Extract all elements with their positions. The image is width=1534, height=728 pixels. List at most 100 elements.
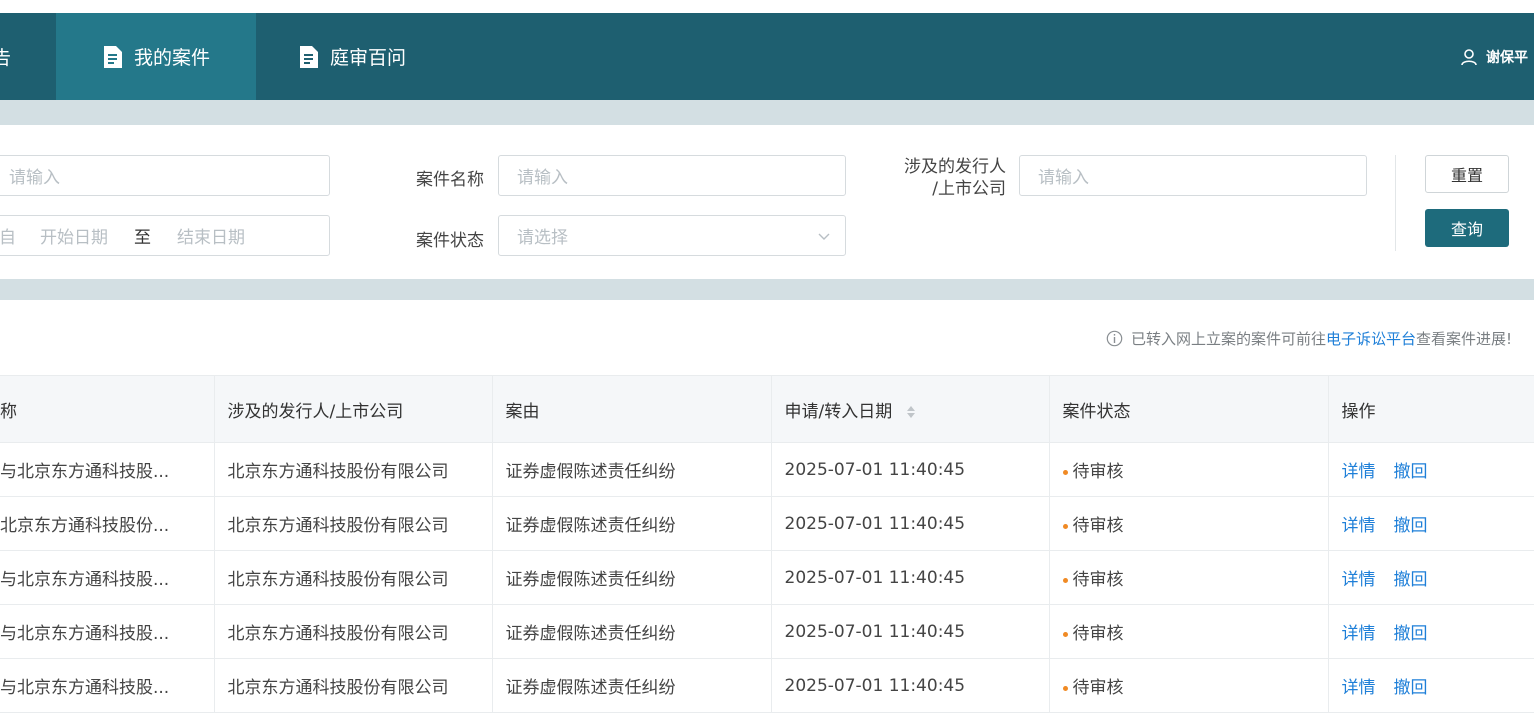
table-row: 与北京东方通科技股... 北京东方通科技股份有限公司 证券虚假陈述责任纠纷 2025-… xyxy=(0,604,1534,659)
status-text: 待审核 xyxy=(1072,516,1124,536)
filter-first-input[interactable]: 请输入 xyxy=(0,155,330,196)
cell-actions: 详情 撤回 xyxy=(1328,658,1534,713)
issuer-name: 北京东方通科技股份有限公司 xyxy=(227,462,449,482)
case-cause: 证券虚假陈述责任纠纷 xyxy=(505,570,676,590)
notice-prefix: 已转入网上立案的案件可前往 xyxy=(1130,329,1326,348)
case-name-input[interactable]: 请输入 xyxy=(498,155,846,196)
issuer-label: 涉及的发行人 /上市公司 xyxy=(880,156,1006,200)
col-header-label: 称 xyxy=(0,401,17,422)
separator-band xyxy=(0,279,1534,300)
col-header-label: 案由 xyxy=(505,401,540,422)
top-strip xyxy=(0,0,1534,13)
case-name: 与北京东方通科技股... xyxy=(0,462,170,482)
table-header-row: 称 涉及的发行人/上市公司 案由 申请/转入日期 案件状态 操作 xyxy=(0,375,1534,443)
cell-actions: 详情 撤回 xyxy=(1328,604,1534,659)
col-header-cause: 案由 xyxy=(492,375,772,443)
cell-date: 2025-07-01 11:40:45 xyxy=(771,658,1050,713)
detail-link[interactable]: 详情 xyxy=(1342,678,1376,698)
cell-actions: 详情 撤回 xyxy=(1328,442,1534,497)
date-range-label: 自 xyxy=(0,228,16,248)
notice-banner: 已转入网上立案的案件可前往 电子诉讼平台 查看案件进展! xyxy=(1106,326,1512,350)
date-range-picker[interactable]: 自 开始日期 至 结束日期 xyxy=(0,215,330,256)
cell-cause: 证券虚假陈述责任纠纷 xyxy=(492,604,772,659)
issuer-input[interactable]: 请输入 xyxy=(1019,155,1367,196)
date-end-input[interactable]: 结束日期 xyxy=(177,223,245,248)
table-row: 与北京东方通科技股... 北京东方通科技股份有限公司 证券虚假陈述责任纠纷 2025-… xyxy=(0,550,1534,605)
withdraw-link[interactable]: 撤回 xyxy=(1394,516,1428,536)
col-header-label: 操作 xyxy=(1341,401,1376,422)
status-text: 待审核 xyxy=(1072,570,1124,590)
case-status-label: 案件状态 xyxy=(416,231,484,251)
cell-cause: 证券虚假陈述责任纠纷 xyxy=(492,658,772,713)
withdraw-link[interactable]: 撤回 xyxy=(1394,462,1428,482)
cell-date: 2025-07-01 11:40:45 xyxy=(771,604,1050,659)
status-text: 待审核 xyxy=(1072,624,1124,644)
case-cause: 证券虚假陈述责任纠纷 xyxy=(505,516,676,536)
status-dot xyxy=(1062,523,1068,529)
apply-date: 2025-07-01 11:40:45 xyxy=(784,675,966,696)
status-text: 待审核 xyxy=(1072,678,1124,698)
document-icon xyxy=(300,45,318,68)
top-nav: 告 我的案件 庭审百问 谢保平 xyxy=(0,13,1534,100)
case-name-label: 案件名称 xyxy=(416,170,484,190)
query-button[interactable]: 查询 xyxy=(1425,209,1509,247)
cell-issuer: 北京东方通科技股份有限公司 xyxy=(214,604,493,659)
withdraw-link[interactable]: 撤回 xyxy=(1394,624,1428,644)
apply-date: 2025-07-01 11:40:45 xyxy=(784,621,966,642)
col-header-label: 申请/转入日期 xyxy=(784,401,893,422)
detail-link[interactable]: 详情 xyxy=(1342,462,1376,482)
cell-case-name: 与北京东方通科技股... xyxy=(0,550,215,605)
cell-cause: 证券虚假陈述责任纠纷 xyxy=(492,550,772,605)
select-placeholder: 请选择 xyxy=(517,228,568,248)
filter-panel: 请输入 自 开始日期 至 结束日期 案件名称 请输入 案件状态 请选择 涉及的发… xyxy=(0,125,1534,279)
col-header-actions: 操作 xyxy=(1328,375,1534,443)
date-start-input[interactable]: 开始日期 xyxy=(40,223,108,248)
nav-item-partial[interactable]: 告 xyxy=(0,13,56,100)
cell-case-name: 与北京东方通科技股... xyxy=(0,442,215,497)
cell-date: 2025-07-01 11:40:45 xyxy=(771,550,1050,605)
cell-issuer: 北京东方通科技股份有限公司 xyxy=(214,496,493,551)
case-cause: 证券虚假陈述责任纠纷 xyxy=(505,462,676,482)
detail-link[interactable]: 详情 xyxy=(1342,516,1376,536)
separator-band xyxy=(0,100,1534,125)
withdraw-link[interactable]: 撤回 xyxy=(1394,678,1428,698)
cell-cause: 证券虚假陈述责任纠纷 xyxy=(492,442,772,497)
apply-date: 2025-07-01 11:40:45 xyxy=(784,459,966,480)
cell-status: 待审核 xyxy=(1049,496,1329,551)
cell-actions: 详情 撤回 xyxy=(1328,496,1534,551)
withdraw-link[interactable]: 撤回 xyxy=(1394,570,1428,590)
cell-issuer: 北京东方通科技股份有限公司 xyxy=(214,442,493,497)
input-placeholder: 请输入 xyxy=(9,168,60,188)
cell-status: 待审核 xyxy=(1049,442,1329,497)
status-dot xyxy=(1062,631,1068,637)
case-name: 与北京东方通科技股... xyxy=(0,570,170,590)
cell-case-name: 与北京东方通科技股... xyxy=(0,658,215,713)
filter-divider xyxy=(1395,155,1396,251)
user-menu[interactable]: 谢保平 xyxy=(1460,13,1528,100)
nav-item-trial-faq[interactable]: 庭审百问 xyxy=(298,13,438,100)
case-name: 与北京东方通科技股... xyxy=(0,624,170,644)
nav-item-my-cases[interactable]: 我的案件 xyxy=(56,13,256,100)
user-icon xyxy=(1461,48,1477,65)
issuer-name: 北京东方通科技股份有限公司 xyxy=(227,516,449,536)
cell-status: 待审核 xyxy=(1049,604,1329,659)
detail-link[interactable]: 详情 xyxy=(1342,570,1376,590)
e-litigation-platform-link[interactable]: 电子诉讼平台 xyxy=(1326,328,1416,349)
nav-item-label: 我的案件 xyxy=(133,47,210,69)
detail-link[interactable]: 详情 xyxy=(1342,624,1376,644)
sort-icon[interactable] xyxy=(906,404,916,420)
status-dot xyxy=(1062,469,1068,475)
document-icon xyxy=(103,45,122,68)
reset-button[interactable]: 重置 xyxy=(1425,155,1509,193)
issuer-name: 北京东方通科技股份有限公司 xyxy=(227,570,449,590)
col-header-date[interactable]: 申请/转入日期 xyxy=(771,375,1050,443)
cell-cause: 证券虚假陈述责任纠纷 xyxy=(492,496,772,551)
col-header-issuer: 涉及的发行人/上市公司 xyxy=(214,375,493,443)
cell-status: 待审核 xyxy=(1049,658,1329,713)
table-row: 与北京东方通科技股... 北京东方通科技股份有限公司 证券虚假陈述责任纠纷 2025-… xyxy=(0,442,1534,497)
cell-actions: 详情 撤回 xyxy=(1328,550,1534,605)
col-header-label: 案件状态 xyxy=(1062,401,1131,422)
cell-case-name: 与北京东方通科技股... xyxy=(0,604,215,659)
col-header-status: 案件状态 xyxy=(1049,375,1329,443)
case-status-select[interactable]: 请选择 xyxy=(498,215,846,256)
